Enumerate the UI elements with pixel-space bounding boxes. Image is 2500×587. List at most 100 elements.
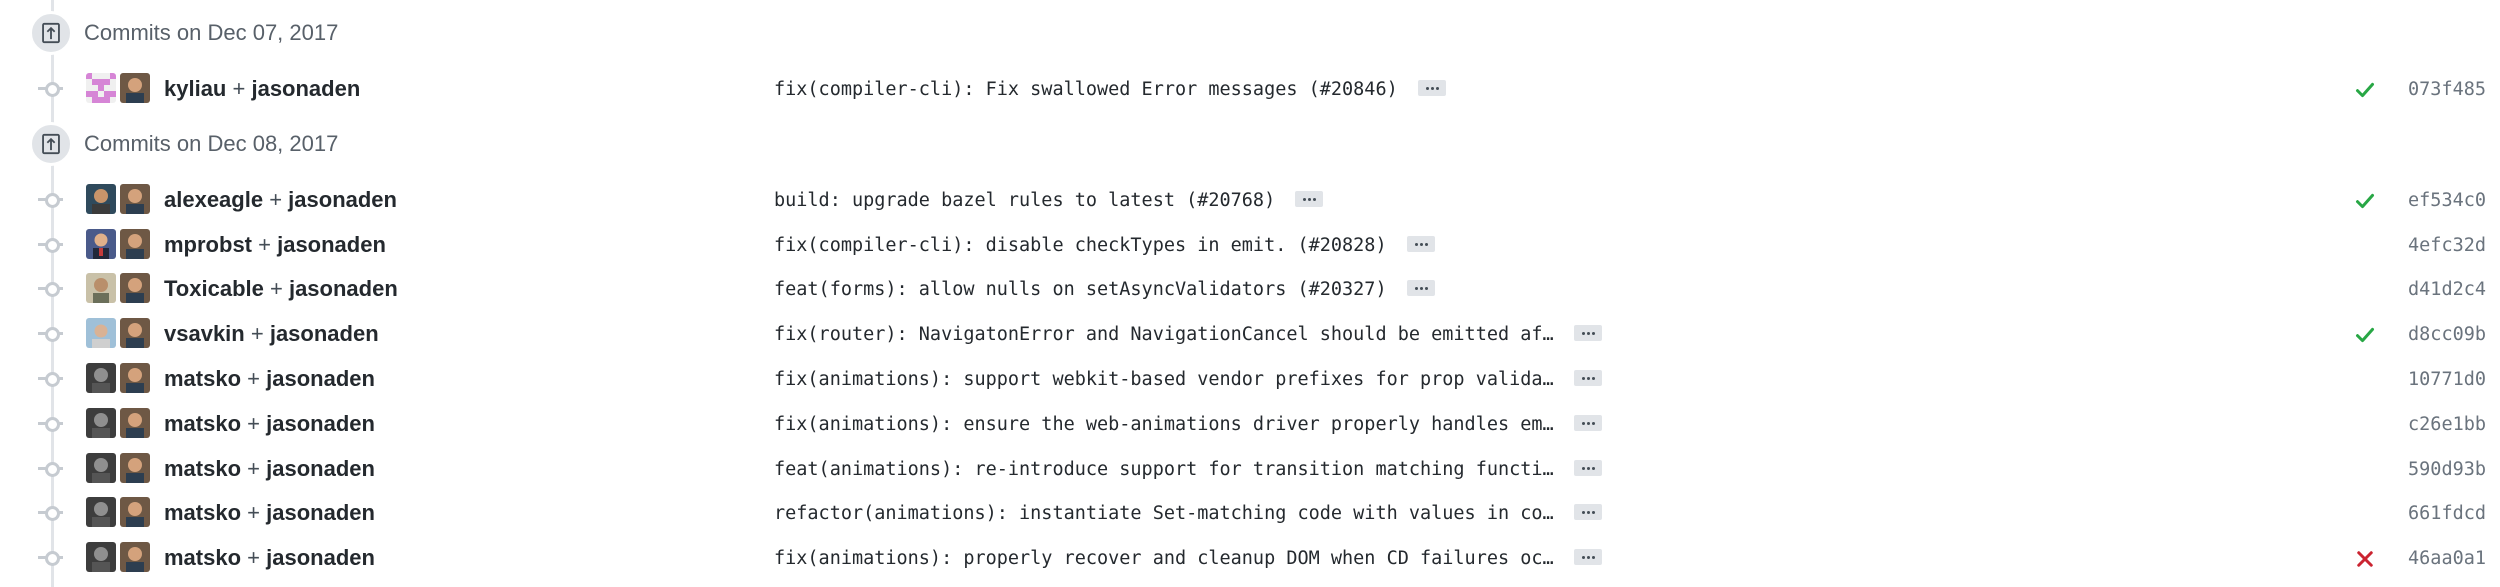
commit-node-icon (45, 416, 60, 432)
avatar[interactable] (120, 228, 150, 259)
avatar[interactable] (86, 318, 116, 349)
expand-message-button[interactable] (1573, 459, 1602, 476)
avatar[interactable] (86, 183, 116, 214)
commit-node-icon (45, 551, 60, 567)
commit-node-icon (45, 506, 60, 522)
committer-link[interactable]: jasonaden (277, 232, 386, 257)
x-icon[interactable] (2355, 549, 2375, 569)
commit-sha-link[interactable]: d8cc09b (2408, 322, 2486, 348)
commit-message-cell: fix(animations): support webkit-based ve… (774, 367, 1602, 393)
committer-link[interactable]: jasonaden (288, 187, 397, 212)
commit-message-link[interactable]: fix(animations): properly recover and cl… (774, 548, 1554, 569)
check-icon[interactable] (2355, 325, 2375, 345)
avatar[interactable] (86, 362, 116, 393)
table-row: vsavkin + jasonaden fix(router): Navigat… (0, 311, 2500, 356)
commit-message-link[interactable]: fix(compiler-cli): Fix swallowed Error m… (774, 79, 1398, 100)
commit-message-link[interactable]: fix(router): NavigatonError and Navigati… (774, 324, 1554, 345)
expand-message-button[interactable] (1573, 549, 1602, 566)
commit-sha-link[interactable]: ef534c0 (2408, 188, 2486, 214)
commit-sha-link[interactable]: 10771d0 (2408, 367, 2486, 393)
avatar[interactable] (120, 407, 150, 438)
commit-message-link[interactable]: fix(compiler-cli): disable checkTypes in… (774, 235, 1387, 256)
commit-sha-link[interactable]: d41d2c4 (2408, 277, 2486, 303)
author-separator: + (247, 500, 267, 526)
committer-link[interactable]: jasonaden (289, 276, 398, 301)
avatar[interactable] (86, 273, 116, 304)
avatar[interactable] (120, 362, 150, 393)
avatar[interactable] (86, 542, 116, 573)
avatar[interactable] (86, 407, 116, 438)
committer-link[interactable]: jasonaden (266, 366, 375, 391)
commit-message-cell: fix(animations): ensure the web-animatio… (774, 412, 1602, 438)
check-icon[interactable] (2355, 80, 2375, 100)
author-link[interactable]: kyliau (164, 76, 226, 101)
author-separator: + (232, 76, 252, 101)
avatar[interactable] (120, 497, 150, 528)
expand-message-button[interactable] (1573, 414, 1602, 431)
avatar[interactable] (120, 318, 150, 349)
avatar[interactable] (86, 73, 116, 103)
expand-message-button[interactable] (1406, 280, 1435, 297)
avatar[interactable] (86, 228, 116, 259)
commit-group: Commits on Dec 07, 2017 kyliau + jasonad… (0, 0, 2500, 111)
author-link[interactable]: matsko (164, 456, 241, 481)
commit-sha-link[interactable]: 4efc32d (2408, 233, 2486, 259)
committer-link[interactable]: jasonaden (266, 500, 375, 525)
commit-node-icon (45, 327, 60, 343)
author-separator: + (258, 231, 278, 257)
author-link[interactable]: Toxicable (164, 276, 264, 301)
avatar[interactable] (120, 273, 150, 304)
avatar[interactable] (120, 452, 150, 483)
commit-message-link[interactable]: fix(animations): support webkit-based ve… (774, 369, 1554, 390)
commit-message-link[interactable]: feat(forms): allow nulls on setAsyncVali… (774, 279, 1387, 300)
avatar[interactable] (86, 497, 116, 528)
commit-sha-link[interactable]: 661fdcd (2408, 501, 2486, 527)
commit-message-link[interactable]: fix(animations): ensure the web-animatio… (774, 414, 1554, 435)
committer-link[interactable]: jasonaden (270, 321, 379, 346)
commit-sha-link[interactable]: 46aa0a1 (2408, 546, 2486, 572)
avatar[interactable] (86, 452, 116, 483)
commit-message-link[interactable]: feat(animations): re-introduce support f… (774, 459, 1554, 480)
commit-group-title: Commits on Dec 07, 2017 (84, 20, 339, 45)
expand-message-button[interactable] (1573, 369, 1602, 386)
commit-message-cell: fix(compiler-cli): Fix swallowed Error m… (774, 77, 1446, 103)
author-separator: + (250, 321, 270, 347)
commit-message-link[interactable]: build: upgrade bazel rules to latest (#2… (774, 190, 1275, 211)
expand-message-button[interactable] (1417, 80, 1446, 96)
committer-link[interactable]: jasonaden (251, 76, 360, 101)
author-link[interactable]: alexeagle (164, 187, 263, 212)
check-icon[interactable] (2355, 191, 2375, 211)
author-link[interactable]: matsko (164, 411, 241, 436)
expand-message-button[interactable] (1573, 325, 1602, 342)
commit-message-link[interactable]: refactor(animations): instantiate Set-ma… (774, 503, 1554, 524)
author-link[interactable]: matsko (164, 500, 241, 525)
avatar[interactable] (120, 73, 150, 103)
commit-authors: matsko + jasonaden (164, 456, 375, 482)
author-link[interactable]: matsko (164, 545, 241, 570)
committer-link[interactable]: jasonaden (266, 411, 375, 436)
commit-group-title: Commits on Dec 08, 2017 (84, 130, 339, 156)
committer-link[interactable]: jasonaden (266, 456, 375, 481)
committer-link[interactable]: jasonaden (266, 545, 375, 570)
author-link[interactable]: vsavkin (164, 321, 245, 346)
expand-message-button[interactable] (1406, 235, 1435, 252)
commit-node-icon (45, 371, 60, 387)
commit-node-icon (45, 237, 60, 253)
commit-sha-link[interactable]: 073f485 (2408, 77, 2486, 103)
avatar[interactable] (120, 183, 150, 214)
avatar[interactable] (120, 542, 150, 573)
commit-icon (29, 11, 73, 55)
commit-sha-link[interactable]: c26e1bb (2408, 412, 2486, 438)
commit-sha-link[interactable]: 590d93b (2408, 457, 2486, 483)
author-link[interactable]: matsko (164, 366, 241, 391)
author-avatars (86, 497, 150, 528)
author-separator: + (269, 186, 289, 212)
author-avatars (86, 273, 150, 304)
author-link[interactable]: mprobst (164, 232, 252, 257)
author-avatars (86, 318, 150, 349)
commit-node-icon (45, 461, 60, 477)
expand-message-button[interactable] (1573, 504, 1602, 521)
author-separator: + (247, 410, 267, 436)
expand-message-button[interactable] (1295, 190, 1324, 207)
commit-authors: kyliau + jasonaden (164, 76, 360, 102)
